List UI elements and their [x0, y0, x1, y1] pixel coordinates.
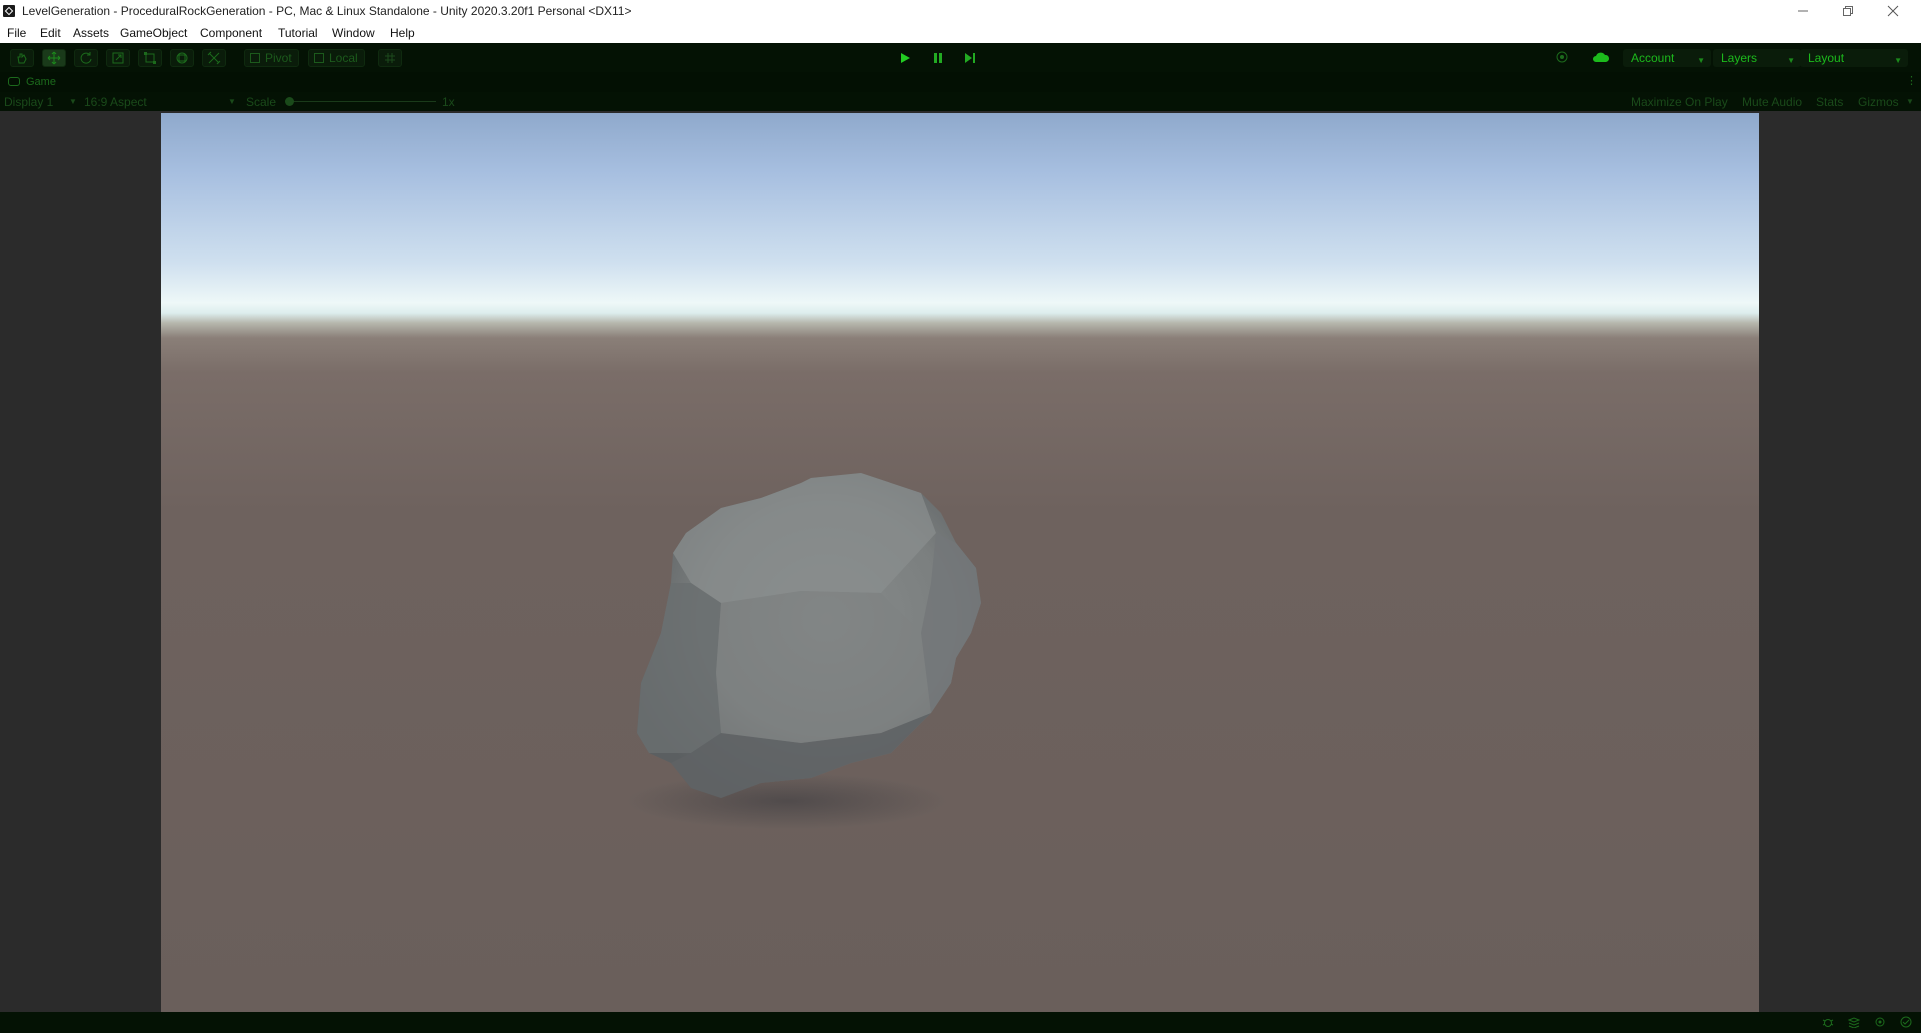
scale-value: 1x	[442, 95, 455, 109]
main-toolbar: Pivot Local Account ▼ Layers ▼ Layout ▼	[0, 43, 1921, 72]
rect-tool-icon	[144, 52, 156, 64]
chevron-down-icon: ▼	[1906, 97, 1914, 106]
rotate-tool-button[interactable]	[74, 49, 98, 67]
transform-tool-icon	[176, 52, 188, 64]
scale-tool-button[interactable]	[106, 49, 130, 67]
play-button[interactable]	[891, 48, 919, 68]
scale-slider-track[interactable]	[290, 101, 436, 102]
window-title: LevelGeneration - ProceduralRockGenerati…	[22, 4, 632, 18]
menu-bar: File Edit Assets GameObject Component Tu…	[0, 22, 1921, 44]
menu-component[interactable]: Component	[200, 26, 262, 40]
progress-icon[interactable]	[1900, 1016, 1912, 1028]
collab-icon[interactable]	[1555, 50, 1569, 64]
procedural-rock	[627, 473, 981, 829]
bug-icon[interactable]	[1822, 1016, 1834, 1028]
restore-button[interactable]	[1825, 0, 1870, 22]
stack-icon[interactable]	[1848, 1016, 1860, 1028]
restore-icon	[1842, 6, 1853, 16]
menu-window[interactable]: Window	[332, 26, 375, 40]
tab-menu-icon[interactable]: ⋮	[1906, 74, 1917, 87]
lighting-icon[interactable]	[1874, 1016, 1886, 1028]
pause-button[interactable]	[924, 48, 952, 68]
scale-tool-icon	[112, 52, 124, 64]
menu-edit[interactable]: Edit	[40, 26, 61, 40]
local-icon	[314, 53, 324, 63]
minimize-button[interactable]	[1780, 0, 1825, 22]
local-toggle[interactable]: Local	[308, 49, 365, 67]
aspect-dropdown[interactable]: 16:9 Aspect	[84, 95, 147, 109]
scale-label: Scale	[246, 95, 277, 109]
rect-tool-button[interactable]	[138, 49, 162, 67]
stats-toggle[interactable]: Stats	[1816, 95, 1843, 109]
menu-assets[interactable]: Assets	[73, 26, 109, 40]
custom-tool-icon	[207, 51, 221, 65]
layout-label: Layout	[1808, 51, 1845, 65]
pivot-label: Pivot	[265, 51, 292, 65]
step-icon	[965, 53, 975, 63]
menu-file[interactable]: File	[7, 26, 26, 40]
move-tool-button[interactable]	[42, 49, 66, 67]
mute-audio-toggle[interactable]: Mute Audio	[1742, 95, 1802, 109]
layers-label: Layers	[1721, 51, 1758, 65]
close-icon	[1887, 5, 1898, 17]
local-label: Local	[329, 51, 358, 65]
scale-slider-handle[interactable]	[285, 97, 294, 106]
hand-tool-button[interactable]	[10, 49, 34, 67]
tab-game[interactable]: Game	[26, 76, 56, 88]
hand-tool-icon	[17, 53, 27, 64]
account-dropdown[interactable]: Account ▼	[1623, 49, 1711, 67]
step-button[interactable]	[956, 48, 984, 68]
game-view[interactable]	[161, 113, 1759, 1012]
close-button[interactable]	[1870, 0, 1915, 22]
maximize-on-play-toggle[interactable]: Maximize On Play	[1631, 95, 1728, 109]
title-bar: LevelGeneration - ProceduralRockGenerati…	[0, 0, 1921, 22]
game-view-toolbar: Display 1 ▼ 16:9 Aspect ▼ Scale 1x Maxim…	[0, 92, 1921, 111]
chevron-down-icon: ▼	[69, 97, 77, 106]
menu-tutorial[interactable]: Tutorial	[278, 26, 318, 40]
unity-logo-icon	[3, 5, 15, 17]
grid-snap-button[interactable]	[378, 49, 402, 67]
account-label: Account	[1631, 51, 1675, 65]
layout-dropdown[interactable]: Layout ▼	[1800, 49, 1908, 67]
chevron-down-icon: ▼	[228, 97, 236, 106]
chevron-down-icon: ▼	[1894, 56, 1902, 65]
chevron-down-icon: ▼	[1697, 56, 1705, 65]
rotate-tool-icon	[80, 52, 92, 64]
pause-icon	[934, 53, 942, 63]
menu-gameobject[interactable]: GameObject	[120, 26, 187, 40]
move-tool-icon	[47, 51, 61, 65]
pivot-icon	[250, 53, 260, 63]
game-tab-bar: Game ⋮	[0, 72, 1921, 92]
display-dropdown[interactable]: Display 1	[4, 95, 53, 109]
gizmos-toggle[interactable]: Gizmos	[1858, 95, 1899, 109]
chevron-down-icon: ▼	[1787, 56, 1795, 65]
menu-help[interactable]: Help	[390, 26, 415, 40]
transform-tool-button[interactable]	[170, 49, 194, 67]
play-icon	[901, 53, 910, 63]
minimize-icon	[1797, 10, 1808, 12]
gamepad-icon	[8, 77, 20, 86]
status-bar	[0, 1012, 1921, 1033]
grid-snap-icon	[385, 53, 395, 63]
custom-tool-button[interactable]	[202, 49, 226, 67]
layers-dropdown[interactable]: Layers ▼	[1713, 49, 1801, 67]
cloud-icon[interactable]	[1592, 50, 1610, 64]
pivot-toggle[interactable]: Pivot	[244, 49, 299, 67]
